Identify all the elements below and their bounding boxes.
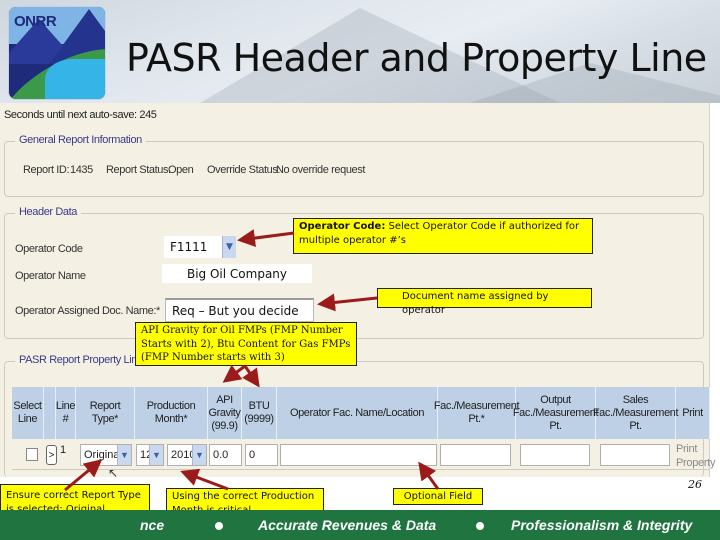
- chevron-down-icon[interactable]: ▼: [117, 445, 131, 465]
- footer-item: Accurate Revenues & Data: [258, 517, 437, 533]
- callout-doc-name: Document name assigned by operator: [377, 288, 592, 316]
- slide-banner: ONRR PASR Header and Property Line: [0, 0, 720, 103]
- output-fac-input[interactable]: [520, 444, 590, 466]
- logo-text: ONRR: [14, 13, 57, 30]
- override-status-label: Override Status:: [207, 164, 281, 176]
- doc-name-label: Operator Assigned Doc. Name:*: [15, 305, 160, 317]
- group-legend: PASR Report Property Lines: [15, 354, 152, 366]
- bullet-dot: [476, 522, 484, 530]
- col-sales-fac: Sales Fac./Measurement Pt.: [593, 387, 679, 439]
- operator-code-value: F1111: [170, 240, 208, 254]
- operator-fac-name-input[interactable]: [280, 444, 437, 466]
- chevron-down-icon[interactable]: ▼: [222, 236, 236, 258]
- col-api-gravity: API Gravity (99.9): [208, 387, 242, 439]
- autosave-countdown: Seconds until next auto-save: 245: [4, 109, 157, 121]
- expand-row-button[interactable]: >: [46, 445, 57, 465]
- callout-api-btu-text: API Gravity for Oil FMPs (FMP Number Sta…: [141, 325, 351, 363]
- callout-operator-code: Operator Code: Select Operator Code if a…: [293, 218, 593, 254]
- pasr-form-screenshot: Seconds until next auto-save: 245 Genera…: [0, 103, 715, 477]
- group-legend: General Report Information: [15, 134, 146, 146]
- sales-fac-input[interactable]: [600, 444, 670, 466]
- operator-code-label: Operator Code: [15, 243, 83, 255]
- report-status-label: Report Status:: [106, 164, 171, 176]
- col-print: Print: [676, 387, 710, 439]
- operator-name-value: Big Oil Company: [162, 264, 312, 283]
- col-select-line: Select Line: [12, 387, 44, 439]
- col-operator-fac-name: Operator Fac. Name/Location: [277, 387, 438, 439]
- footer-item: Professionalism & Integrity: [511, 517, 693, 533]
- bullet-dot: [215, 522, 223, 530]
- print-property-link[interactable]: Print Property: [676, 442, 715, 470]
- col-production-month: Production Month*: [135, 387, 208, 439]
- operator-name-label: Operator Name: [15, 270, 86, 282]
- callout-optional-field: Optional Field: [393, 488, 483, 505]
- report-id-label: Report ID:: [23, 164, 70, 176]
- slide-title: PASR Header and Property Line: [126, 36, 707, 80]
- slide-number: 26: [688, 478, 702, 491]
- operator-code-select[interactable]: F1111 ▼: [164, 236, 236, 258]
- col-report-type: Report Type*: [76, 387, 135, 439]
- callout-optional-field-text: Optional Field: [403, 491, 473, 502]
- chevron-down-icon[interactable]: ▼: [192, 445, 206, 465]
- override-status-value: No override request: [276, 164, 366, 176]
- col-fac-measurement-pt: Fac./Measurement Pt.*: [434, 387, 520, 439]
- report-type-select[interactable]: Original ▼: [80, 444, 132, 466]
- line-number: 1: [60, 444, 67, 456]
- select-line-checkbox[interactable]: [26, 448, 38, 461]
- production-month-select[interactable]: 12 ▼: [136, 444, 164, 466]
- group-legend: Header Data: [15, 206, 81, 218]
- col-line-number: Line #: [56, 387, 76, 439]
- footer-item: nce: [140, 517, 165, 533]
- report-id-value: 1435: [70, 164, 93, 176]
- chevron-down-icon[interactable]: ▼: [149, 445, 163, 465]
- callout-api-btu: API Gravity for Oil FMPs (FMP Number Sta…: [135, 322, 357, 366]
- col-btu: BTU (9999): [242, 387, 277, 439]
- callout-operator-code-bold: Operator Code:: [299, 221, 386, 232]
- mouse-cursor-icon: ↖: [108, 466, 119, 480]
- slide-footer: nce Accurate Revenues & Data Professiona…: [0, 510, 720, 540]
- btu-input[interactable]: 0: [245, 444, 278, 466]
- property-lines-table-header: Select Line Line # Report Type* Producti…: [12, 387, 710, 439]
- col-output-fac: Output Fac./Measurement Pt.: [513, 387, 599, 439]
- col-expander: [44, 387, 56, 439]
- fac-measurement-pt-input[interactable]: [440, 444, 511, 466]
- onrr-logo: ONRR: [8, 6, 106, 100]
- report-status-value: Open: [168, 164, 194, 176]
- doc-name-input[interactable]: Req – But you decide: [165, 298, 314, 322]
- api-gravity-input[interactable]: 0.0: [209, 444, 242, 466]
- production-year-select[interactable]: 2010 ▼: [167, 444, 207, 466]
